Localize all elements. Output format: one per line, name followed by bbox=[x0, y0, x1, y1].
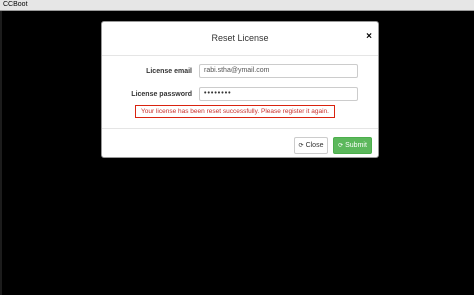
submit-button[interactable]: ⟳ Submit bbox=[333, 137, 372, 154]
refresh-icon: ⟳ bbox=[298, 143, 304, 149]
reset-license-dialog: Reset License × License email rabi.stha@… bbox=[101, 21, 379, 158]
close-icon[interactable]: × bbox=[366, 31, 372, 43]
window-left-edge bbox=[0, 11, 2, 295]
refresh-icon: ⟳ bbox=[338, 143, 344, 149]
dialog-header: Reset License × bbox=[102, 22, 378, 56]
email-field[interactable]: rabi.stha@ymail.com bbox=[199, 64, 358, 78]
close-button-label: Close bbox=[305, 142, 324, 149]
email-label: License email bbox=[146, 68, 192, 75]
close-button[interactable]: ⟳ Close bbox=[294, 137, 328, 154]
dialog-footer-divider bbox=[102, 128, 378, 129]
dialog-title: Reset License bbox=[211, 33, 269, 43]
window-title: CCBoot bbox=[3, 1, 28, 8]
password-label: License password bbox=[131, 91, 192, 98]
success-alert: Your license has been reset successfully… bbox=[135, 105, 335, 118]
password-field[interactable]: •••••••• bbox=[199, 87, 358, 101]
submit-button-label: Submit bbox=[345, 142, 367, 149]
window-titlebar: CCBoot bbox=[0, 0, 474, 11]
